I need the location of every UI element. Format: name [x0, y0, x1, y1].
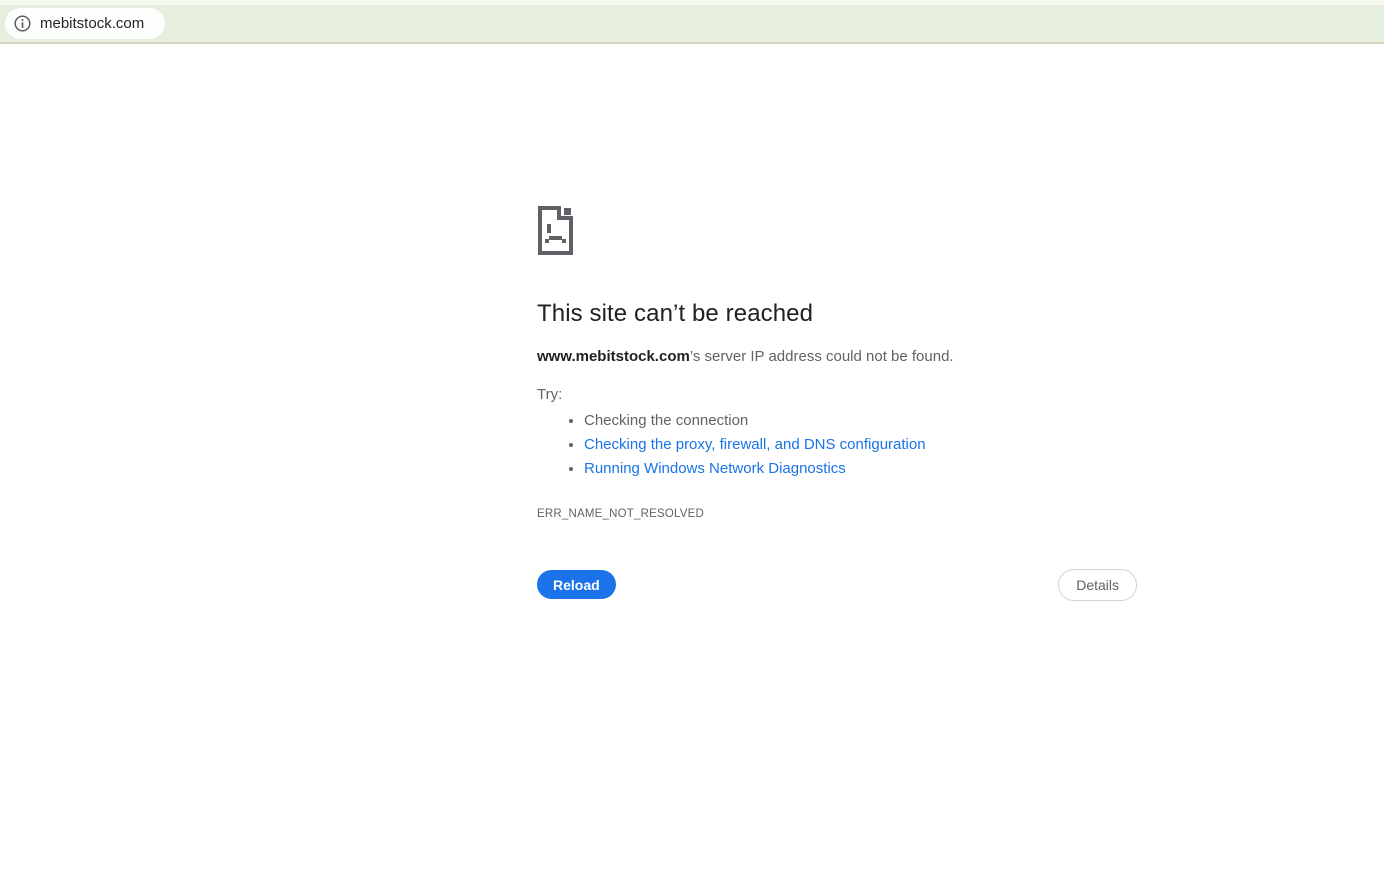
error-page-content: This site can’t be reached www.mebitstoc…	[537, 205, 1137, 604]
address-bar-top-strip	[0, 0, 1384, 5]
error-code: ERR_NAME_NOT_RESOLVED	[537, 508, 704, 520]
error-title: This site can’t be reached	[537, 300, 814, 327]
suggestions-list: Checking the connection Checking the pro…	[537, 409, 1137, 481]
reload-button[interactable]: Reload	[537, 570, 616, 599]
address-bar: mebitstock.com	[0, 0, 1384, 44]
suggestion-link-proxy-firewall-dns[interactable]: Checking the proxy, firewall, and DNS co…	[584, 436, 926, 453]
error-message-rest: ’s server IP address could not be found.	[689, 348, 954, 365]
suggestion-link-network-diagnostics[interactable]: Running Windows Network Diagnostics	[584, 460, 846, 477]
error-host: www.mebitstock.com	[537, 348, 690, 365]
error-message: www.mebitstock.com’s server IP address c…	[537, 347, 1137, 367]
suggestion-item: Checking the proxy, firewall, and DNS co…	[584, 433, 1137, 457]
sad-file-icon	[538, 206, 573, 255]
suggestion-item: Checking the connection	[584, 409, 1137, 433]
try-label: Try:	[537, 386, 563, 403]
suggestion-item: Running Windows Network Diagnostics	[584, 457, 1137, 481]
info-icon[interactable]	[14, 15, 31, 32]
url-text[interactable]: mebitstock.com	[40, 15, 144, 32]
buttons-row: Reload Details	[537, 569, 1137, 604]
url-pill[interactable]: mebitstock.com	[5, 8, 165, 39]
details-button[interactable]: Details	[1058, 569, 1137, 601]
suggestion-text-connection: Checking the connection	[584, 412, 749, 429]
